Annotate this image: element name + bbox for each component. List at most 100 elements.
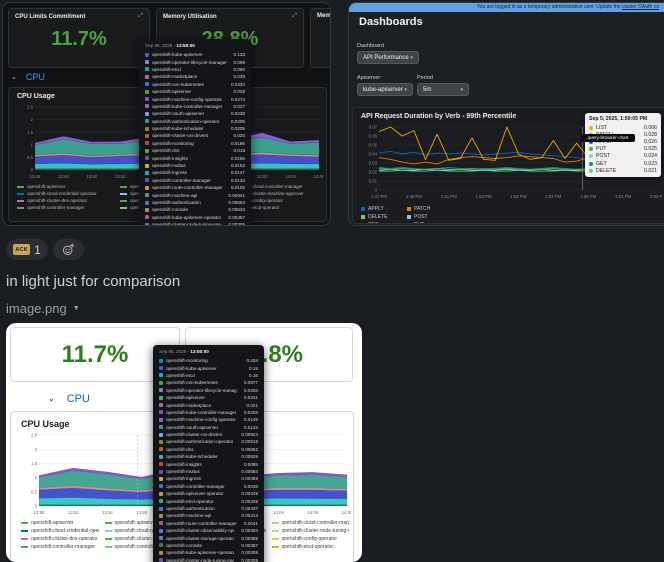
series-name: openshift-cluster-storage-operator — [166, 535, 235, 541]
legend-item[interactable]: openshift-controller-manager — [17, 205, 114, 210]
tooltip-row: openshift-console 0.00387 — [159, 542, 258, 549]
chevron-down-icon[interactable]: ⌄ — [11, 74, 17, 81]
verb-value: 0.026 — [644, 138, 657, 145]
legend-swatch — [361, 215, 365, 219]
cpu-section-header[interactable]: ⌄ CPU — [11, 72, 45, 82]
legend-item[interactable]: DELETE — [361, 214, 401, 220]
legend-item[interactable]: openshift-apiserver — [21, 520, 99, 526]
svg-text:0: 0 — [375, 188, 378, 193]
cpu-section-header-light[interactable]: ⌄ CPU — [48, 393, 90, 405]
legend-swatch — [17, 206, 24, 209]
tooltip-row: openshift-authentication-operator 0.0205 — [145, 118, 245, 125]
oauth-config-link[interactable]: cluster OAuth co — [622, 4, 659, 10]
series-value: 0.0205 — [230, 118, 245, 124]
svg-text:0.5: 0.5 — [31, 489, 38, 494]
legend-swatch — [17, 199, 24, 202]
message-text: in light just for comparison — [6, 273, 181, 290]
verb-label: PUT — [596, 146, 607, 153]
series-name: openshift-ingress — [166, 476, 201, 482]
series-name: openshift-oauth-apiserver — [166, 424, 219, 430]
legend-item[interactable]: openshift-cluster-dns-operator — [17, 198, 114, 203]
legend-item[interactable]: POST — [407, 214, 447, 220]
tooltip-row: openshift-kube-scheduler 0.0205 — [145, 125, 245, 132]
series-swatch — [145, 74, 149, 79]
expand-icon[interactable]: ⤢ — [138, 13, 143, 20]
tooltip-row: openshift-apiserver 0.0231 — [159, 394, 258, 401]
tooltip-row: openshift-insights 0.0065 — [159, 460, 258, 467]
svg-text:0: 0 — [35, 504, 38, 509]
series-name: openshift-kube-apiserver-operator — [166, 550, 235, 556]
series-value: 0.0231 — [243, 395, 258, 401]
legend-item[interactable]: openshift-cloud-credential-operator — [21, 528, 99, 534]
series-swatch — [159, 395, 163, 400]
legend-item[interactable]: openshift-controller-manager — [21, 544, 99, 550]
card-title: Memory Utilisation — [163, 13, 217, 20]
svg-text:0.5: 0.5 — [27, 155, 34, 160]
dashboard-select[interactable]: API Performance ▾ — [357, 51, 419, 64]
attachment-dark-screenshot[interactable]: CPU Limits Commitment ⤢ 11.7% Memory Uti… — [2, 2, 331, 226]
collapse-triangle-icon[interactable]: ▼ — [73, 305, 80, 312]
series-name: openshift-dns — [152, 148, 180, 154]
cpu-section-label[interactable]: CPU — [26, 72, 45, 82]
tooltip-row: openshift-kube-scheduler 0.00825 — [159, 453, 258, 460]
legend-item[interactable]: openshift-etcd-operator — [271, 544, 350, 550]
chevron-down-icon[interactable]: ⌄ — [48, 395, 55, 403]
series-swatch — [159, 491, 163, 496]
series-name: openshift-authentication — [166, 506, 215, 511]
svg-text:0.04: 0.04 — [369, 152, 378, 157]
svg-text:1.5: 1.5 — [27, 130, 34, 135]
series-value: 0.0165 — [230, 155, 245, 161]
series-name: openshift-apiserver — [166, 395, 206, 401]
svg-text:1.5: 1.5 — [31, 461, 38, 466]
add-reaction-button[interactable] — [53, 239, 84, 260]
legend-swatch — [271, 538, 279, 540]
svg-text:0.03: 0.03 — [369, 161, 378, 166]
series-value: 0.0293 — [243, 387, 258, 393]
cpu-section-label[interactable]: CPU — [67, 393, 90, 405]
legend-item[interactable]: openshift-cloud-credential-operator — [17, 191, 114, 196]
legend-item[interactable]: openshift-cluster-dns-operator — [21, 536, 99, 542]
series-swatch — [145, 185, 149, 190]
series-name: openshift-console — [166, 542, 203, 548]
tooltip-row: openshift-cluster-observability-operator… — [159, 527, 258, 534]
reaction-ack[interactable]: ACK 1 — [6, 239, 48, 260]
expand-icon[interactable]: ⤢ — [292, 13, 297, 20]
add-reaction-icon — [62, 243, 75, 256]
series-swatch — [159, 462, 163, 467]
series-swatch — [145, 141, 149, 146]
attachment-light-screenshot[interactable]: 11.7% 28.8% ⌄ CPU CPU Usage 0 0.5 1 1.5 2 2.5… — [6, 323, 362, 562]
legend-item[interactable]: openshift-cluster-node-tuning-operator — [271, 528, 349, 534]
series-name: openshift-cluster-node-tuning-operator — [166, 557, 235, 562]
series-value: 0.0065 — [243, 461, 258, 467]
svg-text:0: 0 — [31, 168, 34, 173]
legend-item[interactable]: openshift-apiserver — [17, 184, 114, 189]
svg-text:13:56: 13:56 — [136, 510, 147, 515]
series-name: openshift-etcd-operator — [166, 498, 214, 504]
series-value: 0.0105 — [230, 185, 245, 191]
legend-item[interactable]: openshift-cloud-controller-manager — [271, 520, 349, 526]
apiserver-select[interactable]: kube-apiserver ▾ — [357, 83, 413, 96]
legend-item[interactable]: openshift-config-operator — [271, 536, 350, 542]
series-swatch — [145, 200, 149, 205]
tooltip-row: openshift-oauth-apiserver 0.0133 — [159, 424, 258, 431]
series-value: 0.00305 — [241, 557, 258, 562]
series-swatch — [159, 373, 163, 378]
svg-text:0.01: 0.01 — [369, 179, 378, 184]
legend-item[interactable]: GET — [361, 222, 401, 223]
series-swatch — [145, 52, 149, 57]
attachment-dashboards-screenshot[interactable]: You are logged in as a temporary adminis… — [348, 2, 664, 226]
period-select[interactable]: 5m ▾ — [417, 83, 469, 96]
tooltip-row: openshift-cluster-csi-drivers 0.020 — [145, 132, 245, 139]
legend-item[interactable]: PUT — [407, 222, 447, 223]
legend-item[interactable]: PATCH — [407, 206, 447, 212]
series-value: 0.00918 — [241, 439, 258, 445]
file-attachment-header[interactable]: image.png ▼ — [6, 301, 80, 316]
series-swatch — [159, 484, 163, 489]
series-name: openshift-operator-lifecycle-manager — [152, 59, 227, 65]
series-name: openshift-authentication — [152, 200, 201, 205]
tooltip-row: openshift-ingress 0.0147 — [145, 169, 245, 176]
temp-admin-banner: You are logged in as a temporary adminis… — [349, 3, 664, 12]
svg-text:14:06: 14:06 — [307, 510, 318, 515]
series-value: 0.00413 — [241, 513, 258, 519]
legend-item[interactable]: APPLY — [361, 206, 401, 212]
